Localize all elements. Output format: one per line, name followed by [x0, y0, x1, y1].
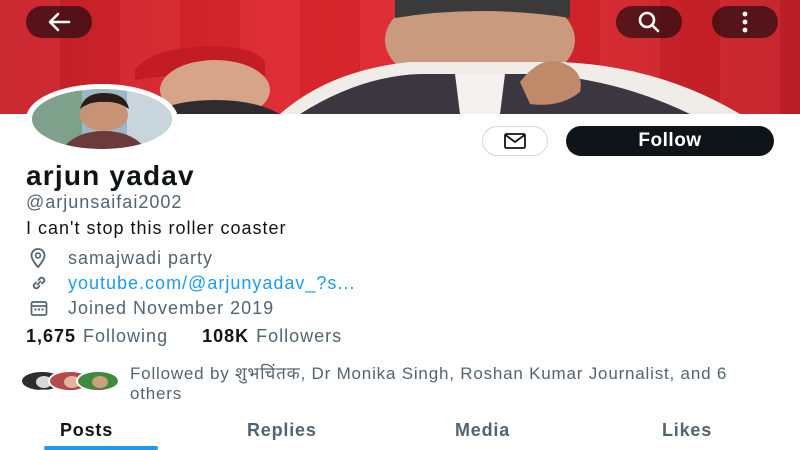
joined-text: Joined November 2019 [68, 297, 275, 318]
arrow-left-icon [48, 12, 71, 32]
avatar-photo [32, 89, 172, 149]
message-button[interactable] [482, 126, 548, 156]
back-button[interactable] [26, 6, 92, 38]
more-options-button[interactable] [712, 6, 778, 38]
follow-counts: 1,675 Following 108K Followers [26, 326, 342, 347]
search-button[interactable] [616, 6, 682, 38]
following-label: Following [83, 326, 169, 346]
profile-avatar[interactable] [26, 84, 178, 154]
followed-by-text: Followed by शुभचिंतक, Dr Monika Singh, R… [130, 364, 728, 403]
location-text: samajwadi party [68, 247, 214, 268]
following-count: 1,675 [26, 326, 77, 346]
followers-label: Followers [256, 326, 343, 346]
profile-name: arjun yadav [26, 160, 195, 191]
profile-website: youtube.com/@arjunyadav_?s... [30, 272, 355, 294]
profile-handle: @arjunsaifai2002 [26, 192, 183, 212]
active-tab-indicator [44, 446, 158, 450]
profile-bio: I can't stop this roller coaster [26, 218, 287, 238]
mail-icon [504, 133, 526, 149]
following-count-link[interactable]: 1,675 Following [26, 326, 168, 347]
followers-count: 108K [202, 326, 250, 346]
followers-count-link[interactable]: 108K Followers [202, 326, 342, 347]
link-icon [30, 272, 54, 294]
tab-replies[interactable]: Replies [247, 420, 317, 441]
tab-media[interactable]: Media [455, 420, 510, 441]
more-vertical-icon [742, 11, 748, 33]
follower-avatars [20, 370, 120, 392]
search-icon [638, 11, 660, 33]
website-link[interactable]: youtube.com/@arjunyadav_?s... [68, 273, 355, 294]
tab-likes[interactable]: Likes [662, 420, 712, 441]
profile-joined: Joined November 2019 [30, 297, 274, 319]
profile-location: samajwadi party [30, 247, 213, 269]
follow-button[interactable]: Follow [566, 126, 774, 156]
location-pin-icon [30, 247, 54, 269]
follower-avatar [76, 370, 120, 392]
followed-by-section[interactable]: Followed by शुभचिंतक, Dr Monika Singh, R… [20, 364, 780, 404]
calendar-icon [30, 297, 54, 319]
profile-tabs: Posts Replies Media Likes [0, 410, 800, 450]
tab-posts[interactable]: Posts [60, 420, 113, 441]
